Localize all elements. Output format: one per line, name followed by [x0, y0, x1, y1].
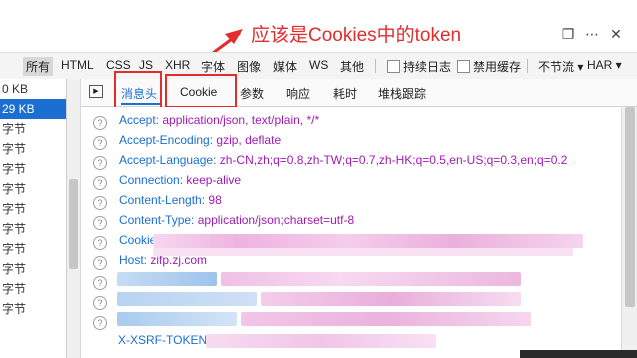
list-item[interactable]: 字节: [0, 179, 66, 199]
list-item[interactable]: 字节: [0, 119, 66, 139]
header-name: Connection:: [119, 173, 184, 187]
header-row: ? Connection: keep-alive: [93, 170, 241, 190]
help-icon[interactable]: ?: [93, 296, 107, 310]
header-row: ? Accept: application/json, text/plain, *…: [93, 110, 319, 130]
header-name: Cookie: [119, 233, 157, 247]
header-value: application/json, text/plain, */*: [162, 113, 320, 127]
headers-scrollbar[interactable]: [621, 107, 637, 358]
highlight-box-cookie: [165, 74, 237, 108]
help-icon[interactable]: ?: [93, 196, 107, 210]
header-name: X-XSRF-TOKEN:: [118, 333, 211, 347]
header-row: ?: [93, 310, 119, 330]
disable-cache-checkbox[interactable]: 禁用缓存: [457, 58, 521, 75]
scrollbar-thumb[interactable]: [625, 107, 635, 307]
tab-response[interactable]: 响应: [286, 85, 310, 102]
redacted-cookie-value-2: [153, 248, 573, 256]
filter-other[interactable]: 其他: [340, 58, 364, 75]
redacted-header-1-value: [221, 272, 521, 286]
header-row: ? Cookie: [93, 230, 156, 250]
list-item-selected[interactable]: 29 KB: [0, 99, 66, 119]
throttle-select[interactable]: 不节流 ▾: [538, 58, 583, 75]
list-item[interactable]: 字节: [0, 299, 66, 319]
list-item[interactable]: 字节: [0, 199, 66, 219]
filter-html[interactable]: HTML: [61, 58, 94, 72]
filter-fonts[interactable]: 字体: [201, 58, 225, 75]
redacted-cookie-value: [153, 234, 583, 248]
scrollbar-thumb[interactable]: [69, 179, 78, 269]
help-icon[interactable]: ?: [93, 116, 107, 130]
redacted-header-2: [117, 292, 257, 306]
checkbox-icon: [457, 60, 470, 73]
help-icon[interactable]: ?: [93, 136, 107, 150]
filter-ws[interactable]: WS: [309, 58, 328, 72]
list-item[interactable]: 0 KB: [0, 79, 66, 99]
filter-xhr[interactable]: XHR: [165, 58, 190, 72]
help-icon[interactable]: ?: [93, 236, 107, 250]
list-item[interactable]: 字节: [0, 259, 66, 279]
filter-js[interactable]: JS: [139, 58, 153, 72]
filter-bar: 所有 HTML CSS JS XHR 字体 图像 媒体 WS 其他 持续日志 禁…: [0, 52, 637, 80]
header-name: Host:: [119, 253, 148, 267]
divider: [375, 59, 376, 73]
list-item[interactable]: 字节: [0, 219, 66, 239]
redacted-token-value: [206, 334, 436, 348]
header-name: Content-Length:: [119, 193, 206, 207]
annotation-text: 应该是Cookies中的token: [251, 25, 462, 46]
filter-images[interactable]: 图像: [237, 58, 261, 75]
header-name: Content-Type:: [119, 213, 195, 227]
har-menu[interactable]: HAR ▾: [587, 58, 622, 72]
request-list-scrollbar[interactable]: [67, 79, 81, 358]
header-name: Accept-Encoding:: [119, 133, 214, 147]
request-list: 0 KB 29 KB 字节 字节 字节 字节 字节 字节 字节 字节 字节 字节: [0, 79, 67, 358]
filter-media[interactable]: 媒体: [273, 58, 297, 75]
filter-all[interactable]: 所有: [23, 57, 54, 76]
help-icon[interactable]: ?: [93, 316, 107, 330]
list-item[interactable]: 字节: [0, 239, 66, 259]
checkbox-icon: [387, 60, 400, 73]
help-icon[interactable]: ?: [93, 276, 107, 290]
list-item[interactable]: 字节: [0, 139, 66, 159]
toggle-panel-icon[interactable]: ▶: [89, 85, 103, 98]
header-name: Accept-Language:: [119, 153, 217, 167]
header-value: zh-CN,zh;q=0.8,zh-TW;q=0.7,zh-HK;q=0.5,e…: [219, 153, 568, 167]
divider: [527, 59, 528, 73]
header-row: X-XSRF-TOKEN:: [118, 330, 210, 350]
header-row: ? Accept-Language: zh-CN,zh;q=0.8,zh-TW;q…: [93, 150, 567, 170]
redacted-header-3: [117, 312, 237, 326]
header-value: keep-alive: [186, 173, 242, 187]
help-icon[interactable]: ?: [93, 156, 107, 170]
highlight-box-headers: [114, 71, 162, 111]
redacted-header-2-value: [261, 292, 521, 306]
header-row: ?: [93, 270, 119, 290]
redacted-header-3-value: [241, 312, 531, 326]
redacted-header-1: [117, 272, 217, 286]
request-headers-panel: ? Accept: application/json, text/plain, *…: [81, 107, 620, 358]
filter-css[interactable]: CSS: [106, 58, 131, 72]
header-row: ? Accept-Encoding: gzip, deflate: [93, 130, 281, 150]
header-name: Accept:: [119, 113, 160, 127]
persist-log-checkbox[interactable]: 持续日志: [387, 58, 451, 75]
header-row: ?: [93, 290, 119, 310]
header-value: gzip, deflate: [216, 133, 282, 147]
help-icon[interactable]: ?: [93, 256, 107, 270]
taskbar-fragment: [520, 350, 637, 358]
tab-stack-trace[interactable]: 堆栈跟踪: [378, 85, 426, 102]
persist-log-label: 持续日志: [403, 60, 452, 74]
list-item[interactable]: 字节: [0, 279, 66, 299]
help-icon[interactable]: ?: [93, 176, 107, 190]
header-row: ? Content-Length: 98: [93, 190, 222, 210]
list-item[interactable]: 字节: [0, 159, 66, 179]
header-value: application/json;charset=utf-8: [197, 213, 355, 227]
disable-cache-label: 禁用缓存: [473, 60, 522, 74]
tab-params[interactable]: 参数: [240, 85, 264, 102]
help-icon[interactable]: ?: [93, 216, 107, 230]
header-value: 98: [208, 193, 222, 207]
header-row: ? Content-Type: application/json;charset=…: [93, 210, 354, 230]
tab-timings[interactable]: 耗时: [333, 85, 357, 102]
